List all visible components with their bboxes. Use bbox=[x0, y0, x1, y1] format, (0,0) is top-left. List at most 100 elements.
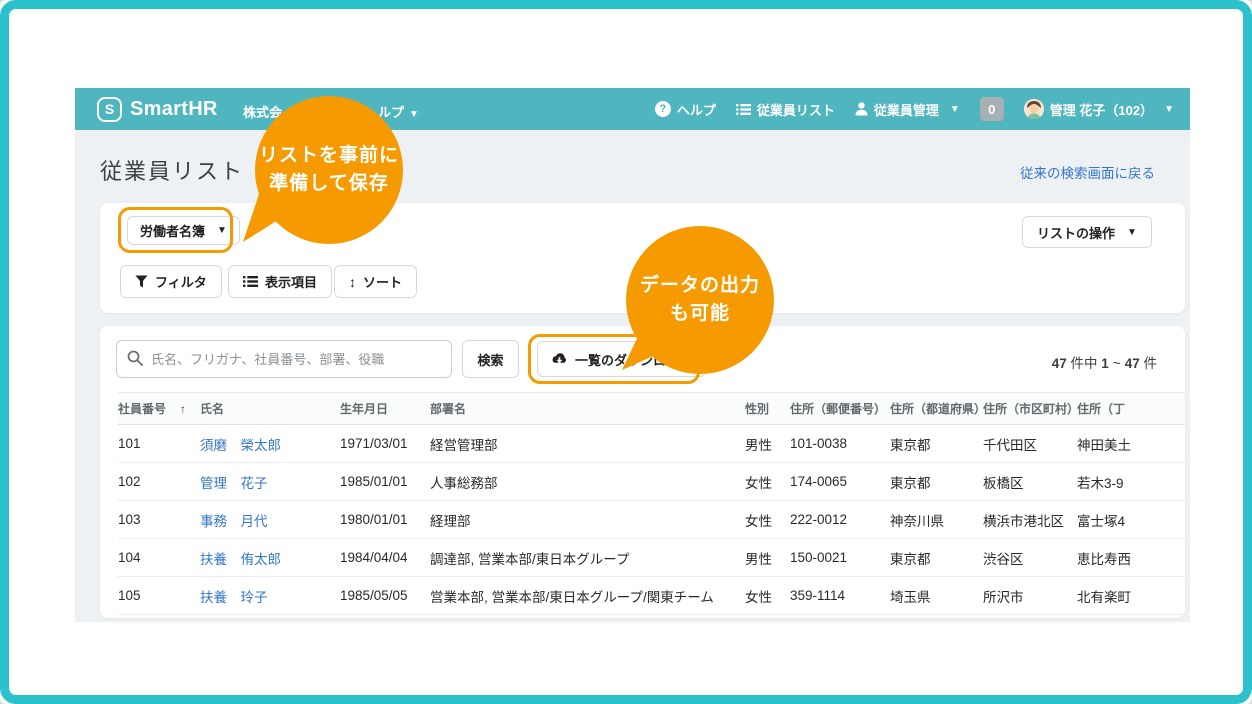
list-icon bbox=[243, 275, 258, 288]
smarthr-logo-text: SmartHR bbox=[130, 98, 218, 121]
result-count: 47 件中 1~47 件 bbox=[1052, 352, 1157, 372]
table-header-row: 社員番号↑氏名生年月日部署名性別住所（郵便番号）住所（都道府県）住所（市区町村）… bbox=[118, 393, 1185, 425]
column-header: 生年月日 bbox=[340, 393, 430, 425]
table-cell: 扶養 玲子 bbox=[200, 577, 340, 615]
notification-badge[interactable]: 0 bbox=[980, 97, 1004, 121]
table-cell: 神田美土 bbox=[1077, 425, 1185, 463]
table-cell: 事務 月代 bbox=[200, 501, 340, 539]
table-cell: 渋谷区 bbox=[983, 539, 1077, 577]
table-cell: 千代田区 bbox=[983, 425, 1077, 463]
table-cell: 経理部 bbox=[430, 501, 745, 539]
table-row: 102管理 花子 1985/01/01人事総務部女性174-0065東京都板橋区若… bbox=[118, 463, 1185, 501]
table-cell: 103 bbox=[118, 501, 200, 539]
table-cell: 北有楽町 bbox=[1077, 577, 1185, 615]
saved-list-selector-button[interactable]: 労働者名簿▼ bbox=[127, 216, 240, 245]
table-cell: 富士塚4 bbox=[1077, 501, 1185, 539]
column-header: 住所（市区町村） bbox=[983, 393, 1077, 425]
table-cell: 101-0038 bbox=[790, 425, 890, 463]
table-cell: 横浜市港北区 bbox=[983, 501, 1077, 539]
callout-bubble-save-list: リストを事前に 準備して保存 bbox=[255, 96, 403, 244]
table-cell: 101 bbox=[118, 425, 200, 463]
table-cell: 埼玉県 bbox=[890, 577, 983, 615]
table-cell: 150-0021 bbox=[790, 539, 890, 577]
sort-arrows-icon: ↕ bbox=[349, 274, 356, 290]
table-cell: 若木3-9 bbox=[1077, 463, 1185, 501]
table-cell: 1971/03/01 bbox=[340, 425, 430, 463]
visible-columns-button[interactable]: 表示項目 bbox=[228, 265, 332, 298]
funnel-icon bbox=[135, 275, 148, 288]
employee-name-link[interactable]: 事務 月代 bbox=[200, 514, 268, 529]
employee-name-link[interactable]: 扶養 侑太郎 bbox=[200, 552, 281, 567]
table-cell: 174-0065 bbox=[790, 463, 890, 501]
nav-employee-list[interactable]: 従業員リスト bbox=[736, 100, 835, 119]
column-header: 住所（丁 bbox=[1077, 393, 1185, 425]
employee-table-body: 101須磨 榮太郎1971/03/01経営管理部男性101-0038東京都千代田… bbox=[118, 425, 1185, 615]
table-cell: 105 bbox=[118, 577, 200, 615]
column-header: 社員番号↑ bbox=[118, 393, 200, 425]
page-title: 従業員リスト bbox=[100, 154, 244, 186]
table-cell: 板橋区 bbox=[983, 463, 1077, 501]
user-avatar bbox=[1024, 99, 1044, 119]
column-header: 部署名 bbox=[430, 393, 745, 425]
nav-employee-manage-dropdown[interactable]: 従業員管理 ▼ bbox=[855, 100, 960, 119]
search-button[interactable]: 検索 bbox=[462, 340, 519, 378]
search-field-wrap bbox=[116, 340, 452, 378]
table-cell: 調達部, 営業本部/東日本グループ bbox=[430, 539, 745, 577]
table-cell: 222-0012 bbox=[790, 501, 890, 539]
table-cell: 男性 bbox=[745, 539, 790, 577]
table-cell: 1984/04/04 bbox=[340, 539, 430, 577]
search-icon bbox=[127, 350, 143, 366]
table-cell: 102 bbox=[118, 463, 200, 501]
filter-button[interactable]: フィルタ bbox=[120, 265, 222, 298]
chevron-down-icon: ▼ bbox=[409, 109, 419, 120]
table-cell: 神奈川県 bbox=[890, 501, 983, 539]
sort-button[interactable]: ↕ ソート bbox=[334, 265, 417, 298]
person-icon bbox=[855, 102, 868, 116]
employee-name-link[interactable]: 須磨 榮太郎 bbox=[200, 438, 281, 453]
table-cell: 所沢市 bbox=[983, 577, 1077, 615]
chevron-down-icon: ▼ bbox=[950, 104, 960, 115]
chevron-down-icon: ▼ bbox=[1127, 227, 1137, 238]
table-row: 104扶養 侑太郎 1984/04/04調達部, 営業本部/東日本グループ男性15… bbox=[118, 539, 1185, 577]
column-header: 住所（都道府県） bbox=[890, 393, 983, 425]
user-menu[interactable]: 管理 花子（102） ▼ bbox=[1024, 99, 1174, 119]
cloud-download-icon bbox=[551, 352, 568, 366]
table-cell: 須磨 榮太郎 bbox=[200, 425, 340, 463]
table-cell: 管理 花子 bbox=[200, 463, 340, 501]
table-cell: 人事総務部 bbox=[430, 463, 745, 501]
table-cell: 恵比寿西 bbox=[1077, 539, 1185, 577]
list-icon bbox=[736, 103, 751, 116]
table-cell: 東京都 bbox=[890, 539, 983, 577]
table-row: 101須磨 榮太郎1971/03/01経営管理部男性101-0038東京都千代田… bbox=[118, 425, 1185, 463]
table-cell: 東京都 bbox=[890, 463, 983, 501]
sort-ascending-icon[interactable]: ↑ bbox=[180, 402, 186, 416]
appbar-right-nav: ? ヘルプ 従業員リスト 従業員管理 ▼ 0 管理 花子（10 bbox=[655, 97, 1174, 121]
app-header-bar: S SmartHR 株式会 ルプ▼ ? ヘルプ 従業員リスト 従業員管理 ▼ bbox=[75, 88, 1190, 130]
back-to-classic-search-link[interactable]: 従来の検索画面に戻る bbox=[1020, 162, 1155, 182]
help-icon: ? bbox=[655, 101, 671, 117]
table-cell: 359-1114 bbox=[790, 577, 890, 615]
help-link[interactable]: ? ヘルプ bbox=[655, 100, 716, 119]
company-name-dropdown[interactable]: ルプ▼ bbox=[378, 102, 419, 121]
table-cell: 1985/05/05 bbox=[340, 577, 430, 615]
column-header: 性別 bbox=[745, 393, 790, 425]
column-header: 氏名 bbox=[200, 393, 340, 425]
table-row: 103事務 月代1980/01/01経理部女性222-0012神奈川県横浜市港北… bbox=[118, 501, 1185, 539]
smarthr-logo[interactable]: S SmartHR bbox=[97, 97, 218, 122]
table-row: 105扶養 玲子1985/05/05営業本部, 営業本部/東日本グループ/関東チ… bbox=[118, 577, 1185, 615]
employee-name-link[interactable]: 管理 花子 bbox=[200, 476, 268, 491]
smarthr-logo-icon: S bbox=[97, 97, 122, 122]
search-input[interactable] bbox=[116, 340, 452, 378]
table-cell: 1985/01/01 bbox=[340, 463, 430, 501]
table-cell: 女性 bbox=[745, 577, 790, 615]
table-cell: 経営管理部 bbox=[430, 425, 745, 463]
screenshot-canvas: S SmartHR 株式会 ルプ▼ ? ヘルプ 従業員リスト 従業員管理 ▼ bbox=[0, 0, 1252, 704]
table-cell: 女性 bbox=[745, 463, 790, 501]
chevron-down-icon: ▼ bbox=[217, 225, 227, 236]
table-cell: 1980/01/01 bbox=[340, 501, 430, 539]
list-operations-button[interactable]: リストの操作▼ bbox=[1022, 216, 1152, 248]
employee-table: 社員番号↑氏名生年月日部署名性別住所（郵便番号）住所（都道府県）住所（市区町村）… bbox=[118, 392, 1185, 615]
employee-name-link[interactable]: 扶養 玲子 bbox=[200, 590, 268, 605]
table-cell: 104 bbox=[118, 539, 200, 577]
employee-table-wrap: 社員番号↑氏名生年月日部署名性別住所（郵便番号）住所（都道府県）住所（市区町村）… bbox=[118, 392, 1185, 615]
